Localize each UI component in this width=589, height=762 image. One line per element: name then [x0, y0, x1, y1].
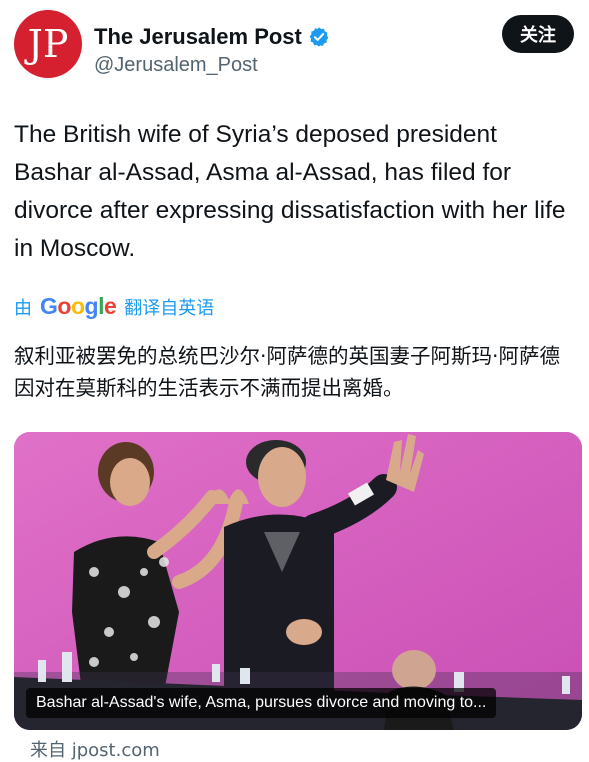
translation-attribution: 由 Google 翻译自英语 [14, 293, 214, 320]
avatar[interactable]: JP [14, 10, 82, 78]
account-handle[interactable]: @Jerusalem_Post [94, 54, 258, 77]
link-card-title[interactable]: Bashar al-Assad's wife, Asma, pursues di… [26, 688, 497, 718]
link-card-image[interactable]: Bashar al-Assad's wife, Asma, pursues di… [14, 432, 582, 730]
news-photo [14, 432, 582, 730]
display-name[interactable]: The Jerusalem Post [94, 24, 302, 50]
translate-link[interactable]: 翻译自英语 [124, 294, 214, 320]
verified-badge-icon [309, 27, 329, 47]
link-source[interactable]: 来自 jpost.com [30, 736, 160, 762]
translated-text: 叙利亚被罢免的总统巴沙尔·阿萨德的英国妻子阿斯玛·阿萨德因对在莫斯科的生活表示不… [14, 344, 561, 400]
account-name[interactable]: The Jerusalem Post [94, 24, 330, 50]
google-logo: Google [40, 293, 117, 319]
follow-button[interactable]: 关注 [502, 15, 574, 53]
tweet-header: JP The Jerusalem Post @Jerusalem_Post 关注 [14, 10, 574, 80]
avatar-logo: JP [27, 22, 69, 66]
tweet-text: The British wife of Syria’s deposed pres… [14, 121, 566, 262]
translation-prefix: 由 [14, 297, 32, 319]
